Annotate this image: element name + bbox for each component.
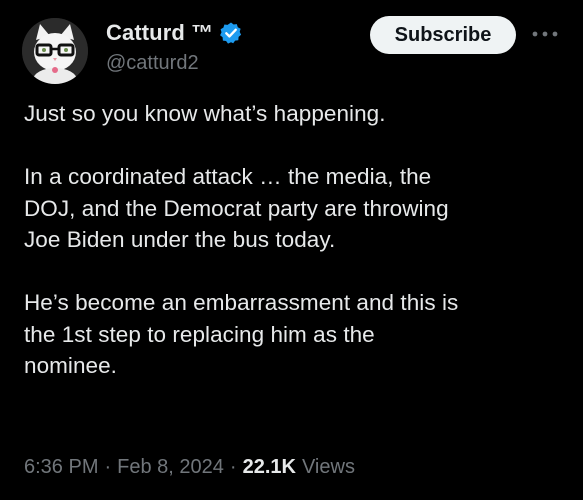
tweet-line: He’s become an embarrassment and this is: [24, 290, 459, 315]
tweet-line: Just so you know what’s happening.: [24, 101, 386, 126]
display-name-row: Catturd ™: [106, 18, 243, 48]
tweet-text: Just so you know what’s happening. In a …: [24, 98, 564, 382]
tweet-line: Joe Biden under the bus today.: [24, 227, 336, 252]
cat-avatar-icon[interactable]: [22, 18, 88, 84]
meta-separator: ·: [229, 456, 237, 478]
tweet-line: the 1st step to replacing him as the: [24, 321, 375, 347]
tweet-paragraph: In a coordinated attack … the media, the…: [24, 161, 564, 256]
tweet-date[interactable]: Feb 8, 2024: [117, 456, 224, 479]
display-name[interactable]: Catturd ™: [106, 20, 213, 46]
views-count[interactable]: 22.1K: [243, 456, 296, 479]
tweet-card: Catturd ™ @catturd2 Subscribe Just so yo…: [0, 0, 583, 500]
tweet-paragraph: Just so you know what’s happening.: [24, 98, 564, 130]
tweet-header: Catturd ™ @catturd2 Subscribe: [22, 14, 567, 84]
tweet-line: In a coordinated attack … the media, the: [24, 164, 432, 189]
tweet-time[interactable]: 6:36 PM: [24, 456, 98, 479]
subscribe-button[interactable]: Subscribe: [370, 16, 516, 54]
views-label[interactable]: Views: [302, 456, 355, 479]
more-options-icon[interactable]: [530, 26, 560, 42]
author-names: Catturd ™ @catturd2: [106, 18, 243, 75]
tweet-line: nominee.: [24, 353, 117, 378]
verified-badge-icon[interactable]: [219, 21, 243, 45]
author-handle[interactable]: @catturd2: [106, 52, 243, 75]
tweet-line: DOJ, and the Democrat party are throwing: [24, 195, 449, 221]
tweet-paragraph: He’s become an embarrassment and this is…: [24, 287, 564, 382]
tweet-meta: 6:36 PM · Feb 8, 2024 · 22.1K Views: [24, 456, 355, 479]
meta-separator: ·: [104, 456, 112, 478]
